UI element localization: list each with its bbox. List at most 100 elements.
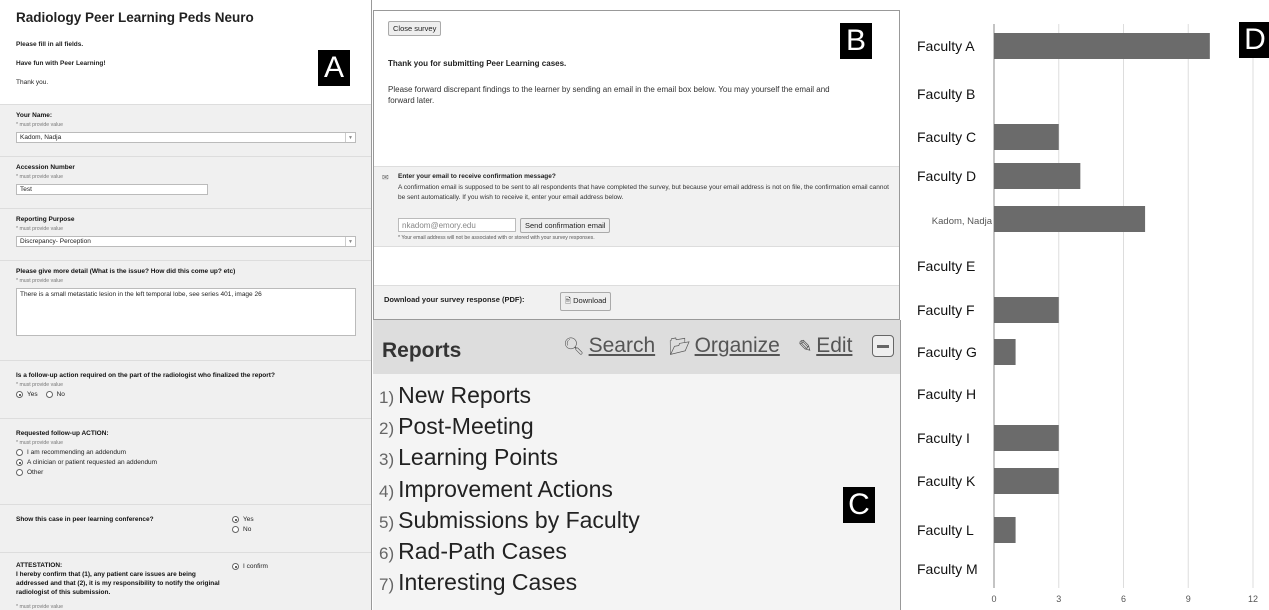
purpose-field: Reporting Purpose * must provide value D… <box>0 208 371 260</box>
report-item-label: New Reports <box>398 382 532 408</box>
collapse-button[interactable] <box>872 335 894 357</box>
report-item-improvement-actions[interactable]: 4) Improvement Actions <box>379 474 640 505</box>
category-label: Faculty F <box>917 302 975 318</box>
must-note: * must provide value <box>16 122 63 128</box>
email-input[interactable]: nkadom@emory.edu <box>398 218 516 232</box>
category-label: Faculty I <box>917 430 970 446</box>
conference-no-radio[interactable]: No <box>232 526 254 533</box>
action-option-3[interactable]: Other <box>16 469 357 476</box>
bar <box>994 206 1146 232</box>
action-option-2-label: A clinician or patient requested an adde… <box>27 459 158 466</box>
reports-list: 1) New Reports 2) Post-Meeting 3) Learning … <box>379 380 640 598</box>
radio-selected-icon <box>232 516 239 523</box>
intro-line-2: Have fun with Peer Learning! <box>16 60 106 67</box>
attestation-confirm-label: I confirm <box>243 563 268 570</box>
download-label: Download your survey response (PDF): <box>384 295 525 304</box>
category-label: Faculty M <box>917 561 978 577</box>
action-label: Requested follow-up ACTION: <box>16 430 109 437</box>
conference-yes-radio[interactable]: Yes <box>232 516 254 523</box>
close-survey-button[interactable]: Close survey <box>388 21 442 36</box>
accession-label: Accession Number <box>16 164 75 171</box>
attestation-title: ATTESTATION: <box>16 562 63 569</box>
attestation-body: I hereby confirm that (1), any patient c… <box>16 571 220 596</box>
action-option-1[interactable]: I am recommending an addendum <box>16 449 357 456</box>
purpose-select[interactable]: Discrepancy- Perception ▼ <box>16 236 356 247</box>
panel-label-d: D <box>1239 22 1269 58</box>
detail-field: Please give more detail (What is the iss… <box>0 260 371 360</box>
bar <box>994 339 1016 365</box>
survey-form-panel: A Radiology Peer Learning Peds Neuro Ple… <box>0 0 372 610</box>
conference-no-label: No <box>243 526 252 533</box>
edit-link-label: Edit <box>816 334 853 357</box>
report-item-label: Post-Meeting <box>398 413 534 440</box>
folder-icon: 📂︎ <box>669 337 691 356</box>
radio-icon <box>16 449 23 456</box>
search-icon: 🔍︎ <box>563 337 585 356</box>
followup-yes-radio[interactable]: Yes <box>16 391 38 398</box>
download-button[interactable]: 🖹 Download <box>560 292 612 311</box>
intro-line-3: Thank you. <box>16 79 49 86</box>
purpose-value: Discrepancy- Perception <box>20 238 91 245</box>
category-label: Faculty H <box>917 386 976 402</box>
report-item-submissions[interactable]: 5) Submissions by Faculty <box>379 505 640 536</box>
x-tick-label: 3 <box>1056 594 1061 604</box>
report-item-post-meeting[interactable]: 2) Post-Meeting <box>379 411 640 442</box>
reports-panel: Reports 🔍︎ Search 📂︎ Organize ✎ Edit C 1) Ne… <box>373 320 901 610</box>
must-note: * must provide value <box>16 226 63 232</box>
search-link[interactable]: 🔍︎ Search <box>563 334 655 358</box>
organize-link[interactable]: 📂︎ Organize <box>669 334 780 358</box>
download-row: Download your survey response (PDF): 🖹 D… <box>374 285 899 319</box>
followup-label: Is a follow-up action required on the pa… <box>16 372 275 379</box>
reports-title: Reports <box>382 339 462 362</box>
email-confirmation-box: ✉ Enter your email to receive confirmati… <box>374 166 899 247</box>
category-label: Faculty C <box>917 129 976 145</box>
report-item-number: 4) <box>379 481 395 501</box>
action-option-2[interactable]: A clinician or patient requested an adde… <box>16 459 357 466</box>
category-label: Faculty K <box>917 473 976 489</box>
thank-you-message: Thank you for submitting Peer Learning c… <box>388 59 567 68</box>
x-tick-label: 0 <box>991 594 996 604</box>
must-note: * must provide value <box>16 604 63 610</box>
your-name-field: Your Name: * must provide value Kadom, N… <box>0 104 371 156</box>
radio-selected-icon <box>232 563 239 570</box>
edit-link[interactable]: ✎ Edit <box>798 334 852 358</box>
purpose-label: Reporting Purpose <box>16 216 75 223</box>
must-note: * must provide value <box>16 382 63 388</box>
x-tick-label: 9 <box>1186 594 1191 604</box>
your-name-select[interactable]: Kadom, Nadja ▼ <box>16 132 356 143</box>
envelope-icon: ✉ <box>382 173 389 182</box>
report-item-number: 1) <box>379 388 395 407</box>
bar <box>994 425 1059 451</box>
category-label: Faculty L <box>917 522 974 538</box>
chevron-down-icon: ▼ <box>345 133 355 142</box>
email-privacy-note: * Your email address will not be associa… <box>398 235 595 241</box>
accession-input[interactable]: Test <box>16 184 208 195</box>
followup-field: Is a follow-up action required on the pa… <box>0 360 371 418</box>
category-label: Kadom, Nadja <box>932 216 993 227</box>
email-description: A confirmation email is supposed to be s… <box>398 184 889 201</box>
x-tick-label: 6 <box>1121 594 1126 604</box>
bar <box>994 33 1210 59</box>
attestation-confirm-radio[interactable]: I confirm <box>232 563 268 570</box>
followup-no-radio[interactable]: No <box>45 391 65 398</box>
panel-label-b: B <box>840 23 872 59</box>
report-item-interesting[interactable]: 7) Interesting Cases <box>379 567 640 598</box>
conference-field: Show this case in peer learning conferen… <box>0 504 371 552</box>
intro-line-1: Please fill in all fields. <box>16 41 84 48</box>
report-item-rad-path[interactable]: 6) Rad-Path Cases <box>379 536 640 567</box>
report-item-new[interactable]: 1) New Reports <box>379 380 640 411</box>
detail-textarea[interactable]: There is a small metastatic lesion in th… <box>16 288 356 336</box>
action-option-1-label: I am recommending an addendum <box>27 449 127 456</box>
must-note: * must provide value <box>16 440 63 446</box>
bar <box>994 297 1059 323</box>
report-item-number: 7) <box>379 575 395 595</box>
organize-link-label: Organize <box>694 334 780 357</box>
attestation-field: ATTESTATION: I hereby confirm that (1), … <box>0 552 371 610</box>
category-label: Faculty D <box>917 168 976 184</box>
report-item-learning-points[interactable]: 3) Learning Points <box>379 442 640 473</box>
category-label: Faculty E <box>917 258 975 274</box>
report-item-label: Interesting Cases <box>398 569 578 596</box>
survey-complete-panel: B Close survey Thank you for submitting … <box>373 10 900 320</box>
report-item-label: Submissions by Faculty <box>398 506 640 533</box>
send-confirmation-button[interactable]: Send confirmation email <box>520 218 611 233</box>
